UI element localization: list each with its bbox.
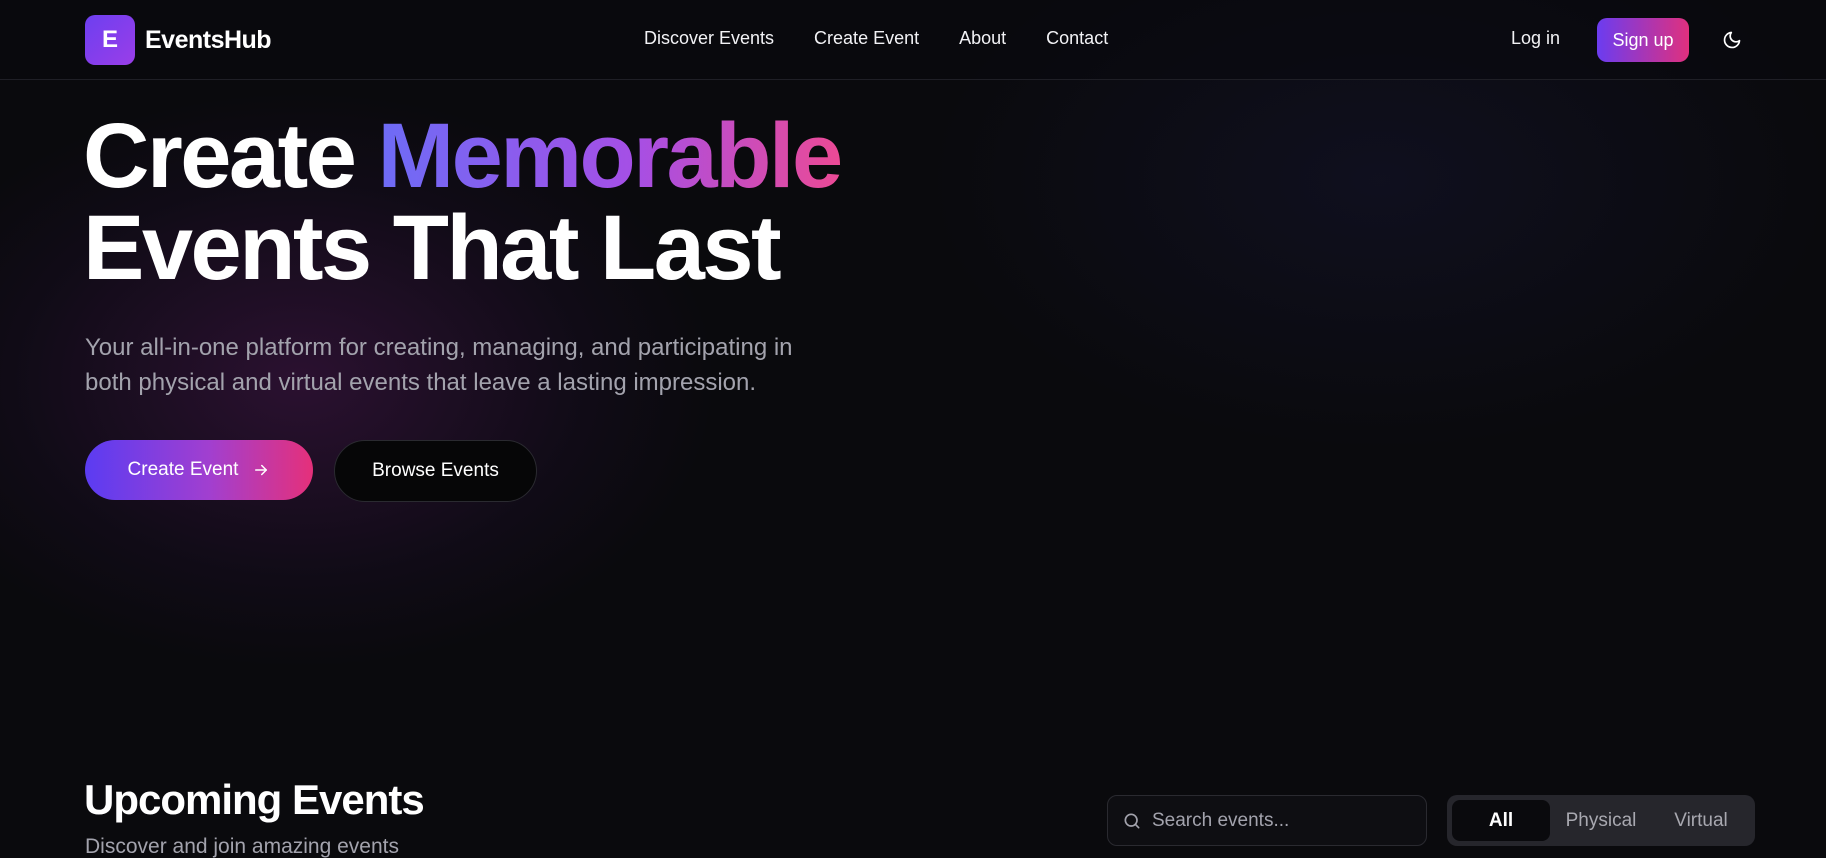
theme-toggle-button[interactable]: [1718, 26, 1746, 54]
create-event-label: Create Event: [127, 459, 239, 480]
logo-mark: E: [85, 15, 135, 65]
hero-subtitle-line2: both physical and virtual events that le…: [85, 369, 757, 396]
nav-link-about[interactable]: About: [959, 28, 1006, 49]
hero-subtitle-line1: Your all-in-one platform for creating, m…: [85, 334, 793, 361]
brand-logo[interactable]: E EventsHub: [85, 15, 272, 65]
browse-events-button[interactable]: Browse Events: [334, 440, 537, 502]
search-input[interactable]: [1152, 809, 1412, 832]
brand-name: EventsHub: [145, 25, 272, 54]
filter-physical[interactable]: Physical: [1552, 800, 1650, 841]
hero-title-highlight: Memorable: [377, 105, 843, 207]
top-navbar: E EventsHub Discover Events Create Event…: [0, 0, 1826, 80]
hero-subtitle: Your all-in-one platform for creating, m…: [85, 330, 925, 400]
nav-link-discover-events[interactable]: Discover Events: [644, 28, 774, 49]
nav-link-contact[interactable]: Contact: [1046, 28, 1108, 49]
hero-title-line2: Events That Last: [83, 197, 782, 299]
filter-virtual[interactable]: Virtual: [1652, 800, 1750, 841]
upcoming-events-title: Upcoming Events: [84, 776, 425, 823]
page: E EventsHub Discover Events Create Event…: [0, 0, 1826, 858]
nav-link-create-event[interactable]: Create Event: [814, 28, 919, 49]
filter-all[interactable]: All: [1452, 800, 1550, 841]
hero-title-start: Create: [83, 105, 378, 207]
hero-title: Create Memorable Events That Last: [83, 110, 843, 294]
event-type-filter: All Physical Virtual: [1447, 795, 1755, 846]
main-nav: Discover Events Create Event About Conta…: [644, 28, 1108, 49]
moon-icon: [1723, 31, 1741, 49]
login-link[interactable]: Log in: [1511, 28, 1560, 49]
arrow-right-icon: [255, 464, 268, 476]
event-search[interactable]: [1107, 795, 1427, 846]
search-icon: [1124, 813, 1140, 828]
upcoming-events-subtitle: Discover and join amazing events: [85, 835, 399, 858]
signup-button[interactable]: Sign up: [1597, 18, 1689, 62]
create-event-button[interactable]: Create Event: [85, 440, 313, 500]
